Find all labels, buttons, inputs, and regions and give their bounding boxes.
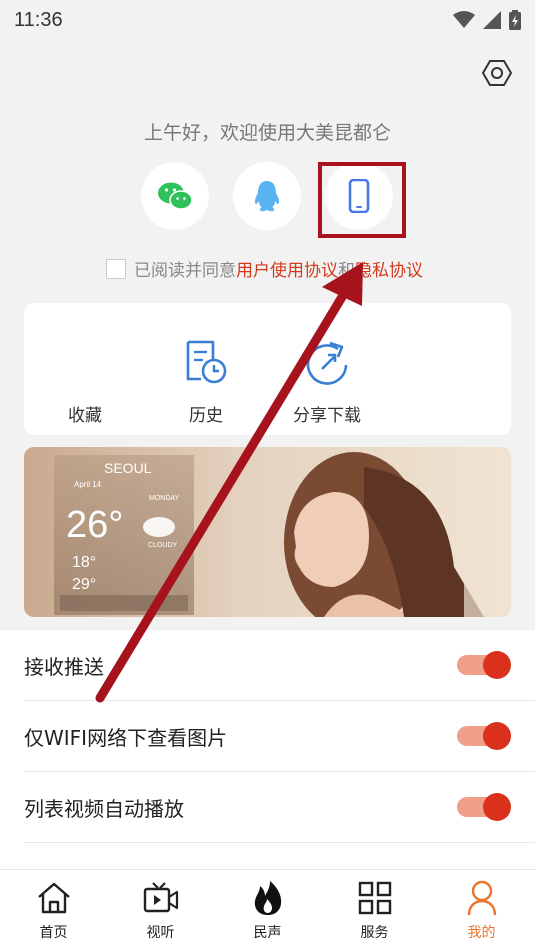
banner-image: SEOUL April 14 MONDAY 26° CLOUDY 18° 29°	[24, 447, 511, 617]
qq-login-button[interactable]	[233, 162, 301, 230]
banner-date: April 14	[74, 480, 102, 489]
wifi-images-toggle[interactable]	[457, 722, 511, 750]
flame-icon	[252, 880, 284, 916]
banner-condition: CLOUDY	[148, 542, 178, 549]
setting-receive-push[interactable]: 接收推送	[0, 630, 535, 700]
settings-list: 接收推送 仅WIFI网络下查看图片 列表视频自动播放	[0, 630, 535, 870]
banner-day: MONDAY	[149, 495, 180, 502]
profile-icon	[467, 880, 497, 916]
tab-profile[interactable]: 我的	[428, 870, 535, 951]
signal-icon	[483, 11, 501, 29]
divider	[24, 842, 535, 843]
setting-wifi-images[interactable]: 仅WIFI网络下查看图片	[0, 701, 535, 771]
setting-label: 仅WIFI网络下查看图片	[24, 725, 228, 750]
login-options	[0, 162, 535, 234]
promo-banner[interactable]: SEOUL April 14 MONDAY 26° CLOUDY 18° 29°	[24, 447, 511, 617]
home-icon	[37, 880, 71, 916]
tab-label: 视听	[146, 925, 175, 941]
history-button[interactable]: 历史	[151, 303, 261, 435]
banner-temp: 26°	[66, 504, 123, 546]
quick-action-label: 分享下载	[293, 406, 361, 426]
history-icon	[183, 323, 229, 385]
agreement-row: 已阅读并同意 用户使用协议 和 隐私协议	[106, 256, 423, 281]
greeting-text: 上午好，欢迎使用大美昆都仑	[143, 122, 391, 144]
banner-high: 29°	[72, 576, 96, 593]
tab-voice[interactable]: 民声	[214, 870, 321, 951]
setting-label: 接收推送	[24, 654, 104, 679]
share-icon	[302, 323, 352, 385]
qq-penguin-icon	[254, 181, 280, 212]
wechat-icon	[158, 182, 193, 210]
privacy-policy-link[interactable]: 隐私协议	[355, 256, 423, 281]
status-time: 11:36	[14, 8, 63, 31]
favorites-button[interactable]: 收藏	[30, 303, 140, 435]
tab-label: 首页	[39, 925, 68, 941]
tab-services[interactable]: 服务	[321, 870, 428, 951]
agreement-and: 和	[338, 261, 355, 281]
autoplay-toggle[interactable]	[457, 793, 511, 821]
setting-label: 列表视频自动播放	[24, 796, 184, 821]
banner-low: 18°	[72, 554, 96, 571]
status-icons	[453, 10, 521, 30]
banner-city: SEOUL	[104, 460, 152, 476]
share-download-button[interactable]: 分享下载	[272, 303, 382, 435]
settings-gear-icon[interactable]	[481, 58, 513, 88]
wifi-icon	[453, 11, 475, 28]
tab-home[interactable]: 首页	[0, 870, 107, 951]
tab-label: 服务	[360, 925, 389, 941]
user-agreement-link[interactable]: 用户使用协议	[236, 256, 338, 281]
setting-autoplay-video[interactable]: 列表视频自动播放	[0, 772, 535, 842]
agreement-prefix: 已阅读并同意	[134, 261, 236, 281]
grid-icon	[358, 880, 392, 916]
agreement-checkbox[interactable]	[106, 258, 126, 279]
tab-label: 民声	[253, 925, 282, 941]
wechat-login-button[interactable]	[141, 162, 209, 230]
push-toggle[interactable]	[457, 651, 511, 679]
status-bar: 11:36	[0, 0, 535, 40]
quick-action-label: 历史	[189, 406, 223, 426]
bottom-tab-bar: 首页 视听 民声 服务 我的	[0, 869, 535, 951]
tab-video[interactable]: 视听	[107, 870, 214, 951]
battery-icon	[509, 10, 521, 30]
tab-label: 我的	[467, 925, 496, 941]
quick-action-label: 收藏	[68, 406, 102, 426]
quick-actions-card: 收藏 历史 分享下载	[24, 303, 511, 435]
annotation-highlight-box	[318, 162, 406, 238]
video-icon	[143, 880, 179, 916]
